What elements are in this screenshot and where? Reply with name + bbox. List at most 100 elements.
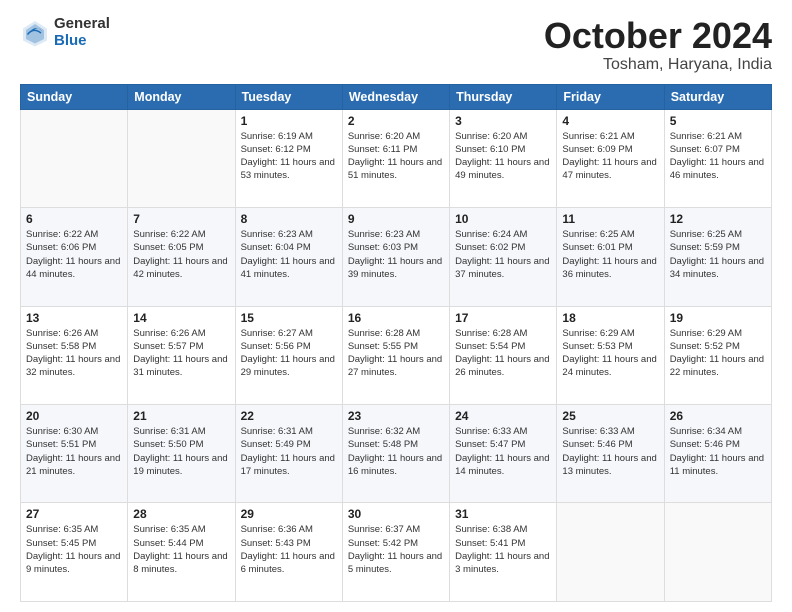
day-number: 19 [670,311,766,325]
col-monday: Monday [128,84,235,109]
calendar-cell: 10 Sunrise: 6:24 AM Sunset: 6:02 PM Dayli… [450,208,557,306]
calendar-cell: 7Sunrise: 6:22 AM Sunset: 6:05 PM Daylig… [128,208,235,306]
logo-icon [20,18,50,48]
day-number: 11 [562,212,658,226]
calendar-cell: 26Sunrise: 6:34 AM Sunset: 5:46 PM Dayli… [664,405,771,503]
calendar-cell: 16 Sunrise: 6:28 AM Sunset: 5:55 PM Dayli… [342,306,449,404]
day-info: Sunrise: 6:26 AM Sunset: 5:58 PM Dayligh… [26,327,122,380]
calendar-cell: 17 Sunrise: 6:28 AM Sunset: 5:54 PM Dayli… [450,306,557,404]
title-month: October 2024 [544,16,772,56]
calendar-cell: 24 Sunrise: 6:33 AM Sunset: 5:47 PM Dayli… [450,405,557,503]
calendar-cell [128,109,235,207]
header: General Blue October 2024 Tosham, Haryan… [20,16,772,74]
calendar-cell: 3Sunrise: 6:20 AM Sunset: 6:10 PM Daylig… [450,109,557,207]
calendar-cell: 15 Sunrise: 6:27 AM Sunset: 5:56 PM Dayli… [235,306,342,404]
day-info: Sunrise: 6:19 AM Sunset: 6:12 PM Dayligh… [241,130,337,183]
day-number: 6 [26,212,122,226]
calendar-cell: 31 Sunrise: 6:38 AM Sunset: 5:41 PM Dayli… [450,503,557,602]
calendar-cell: 21 Sunrise: 6:31 AM Sunset: 5:50 PM Dayli… [128,405,235,503]
day-number: 1 [241,114,337,128]
col-wednesday: Wednesday [342,84,449,109]
calendar-table: Sunday Monday Tuesday Wednesday Thursday… [20,84,772,602]
day-number: 5 [670,114,766,128]
day-number: 20 [26,409,122,423]
day-number: 31 [455,507,551,521]
week-row-1: 1 Sunrise: 6:19 AM Sunset: 6:12 PM Daylig… [21,109,772,207]
day-number: 10 [455,212,551,226]
day-info: Sunrise: 6:26 AM Sunset: 5:57 PM Dayligh… [133,327,229,380]
calendar-cell: 13 Sunrise: 6:26 AM Sunset: 5:58 PM Dayli… [21,306,128,404]
day-number: 4 [562,114,658,128]
page: General Blue October 2024 Tosham, Haryan… [0,0,792,612]
day-info: Sunrise: 6:38 AM Sunset: 5:41 PM Dayligh… [455,523,551,576]
col-sunday: Sunday [21,84,128,109]
day-number: 12 [670,212,766,226]
calendar-cell: 19 Sunrise: 6:29 AM Sunset: 5:52 PM Dayli… [664,306,771,404]
calendar-cell: 5Sunrise: 6:21 AM Sunset: 6:07 PM Daylig… [664,109,771,207]
day-info: Sunrise: 6:25 AM Sunset: 6:01 PM Dayligh… [562,228,658,281]
day-number: 30 [348,507,444,521]
day-number: 22 [241,409,337,423]
logo-blue: Blue [54,33,110,50]
day-number: 13 [26,311,122,325]
day-number: 15 [241,311,337,325]
day-number: 18 [562,311,658,325]
day-number: 8 [241,212,337,226]
day-info: Sunrise: 6:31 AM Sunset: 5:49 PM Dayligh… [241,425,337,478]
day-info: Sunrise: 6:35 AM Sunset: 5:45 PM Dayligh… [26,523,122,576]
day-info: Sunrise: 6:31 AM Sunset: 5:50 PM Dayligh… [133,425,229,478]
title-block: October 2024 Tosham, Haryana, India [544,16,772,74]
day-info: Sunrise: 6:29 AM Sunset: 5:52 PM Dayligh… [670,327,766,380]
day-number: 23 [348,409,444,423]
day-number: 26 [670,409,766,423]
day-info: Sunrise: 6:20 AM Sunset: 6:10 PM Dayligh… [455,130,551,183]
calendar-cell: 20Sunrise: 6:30 AM Sunset: 5:51 PM Dayli… [21,405,128,503]
calendar-cell: 9Sunrise: 6:23 AM Sunset: 6:03 PM Daylig… [342,208,449,306]
calendar-cell: 28Sunrise: 6:35 AM Sunset: 5:44 PM Dayli… [128,503,235,602]
day-info: Sunrise: 6:29 AM Sunset: 5:53 PM Dayligh… [562,327,658,380]
calendar-cell: 12Sunrise: 6:25 AM Sunset: 5:59 PM Dayli… [664,208,771,306]
day-info: Sunrise: 6:20 AM Sunset: 6:11 PM Dayligh… [348,130,444,183]
header-row: Sunday Monday Tuesday Wednesday Thursday… [21,84,772,109]
calendar-cell [21,109,128,207]
day-number: 21 [133,409,229,423]
calendar-cell: 27 Sunrise: 6:35 AM Sunset: 5:45 PM Dayli… [21,503,128,602]
week-row-4: 20Sunrise: 6:30 AM Sunset: 5:51 PM Dayli… [21,405,772,503]
calendar-cell [664,503,771,602]
week-row-2: 6 Sunrise: 6:22 AM Sunset: 6:06 PM Daylig… [21,208,772,306]
calendar-cell: 1 Sunrise: 6:19 AM Sunset: 6:12 PM Daylig… [235,109,342,207]
calendar-cell: 8 Sunrise: 6:23 AM Sunset: 6:04 PM Daylig… [235,208,342,306]
calendar-cell: 2Sunrise: 6:20 AM Sunset: 6:11 PM Daylig… [342,109,449,207]
calendar-cell: 14 Sunrise: 6:26 AM Sunset: 5:57 PM Dayli… [128,306,235,404]
day-info: Sunrise: 6:27 AM Sunset: 5:56 PM Dayligh… [241,327,337,380]
calendar-cell: 25 Sunrise: 6:33 AM Sunset: 5:46 PM Dayli… [557,405,664,503]
day-info: Sunrise: 6:24 AM Sunset: 6:02 PM Dayligh… [455,228,551,281]
calendar-cell [557,503,664,602]
week-row-5: 27 Sunrise: 6:35 AM Sunset: 5:45 PM Dayli… [21,503,772,602]
day-number: 27 [26,507,122,521]
col-saturday: Saturday [664,84,771,109]
day-number: 25 [562,409,658,423]
day-number: 28 [133,507,229,521]
calendar-cell: 4Sunrise: 6:21 AM Sunset: 6:09 PM Daylig… [557,109,664,207]
day-info: Sunrise: 6:33 AM Sunset: 5:46 PM Dayligh… [562,425,658,478]
day-number: 24 [455,409,551,423]
day-info: Sunrise: 6:22 AM Sunset: 6:06 PM Dayligh… [26,228,122,281]
col-friday: Friday [557,84,664,109]
calendar-cell: 30Sunrise: 6:37 AM Sunset: 5:42 PM Dayli… [342,503,449,602]
calendar-cell: 11 Sunrise: 6:25 AM Sunset: 6:01 PM Dayli… [557,208,664,306]
calendar-cell: 6 Sunrise: 6:22 AM Sunset: 6:06 PM Daylig… [21,208,128,306]
logo-text: General Blue [54,16,110,49]
day-number: 16 [348,311,444,325]
day-info: Sunrise: 6:36 AM Sunset: 5:43 PM Dayligh… [241,523,337,576]
week-row-3: 13 Sunrise: 6:26 AM Sunset: 5:58 PM Dayli… [21,306,772,404]
day-number: 14 [133,311,229,325]
col-tuesday: Tuesday [235,84,342,109]
day-number: 7 [133,212,229,226]
day-number: 9 [348,212,444,226]
day-info: Sunrise: 6:28 AM Sunset: 5:54 PM Dayligh… [455,327,551,380]
day-info: Sunrise: 6:28 AM Sunset: 5:55 PM Dayligh… [348,327,444,380]
day-number: 17 [455,311,551,325]
day-info: Sunrise: 6:33 AM Sunset: 5:47 PM Dayligh… [455,425,551,478]
day-info: Sunrise: 6:23 AM Sunset: 6:04 PM Dayligh… [241,228,337,281]
